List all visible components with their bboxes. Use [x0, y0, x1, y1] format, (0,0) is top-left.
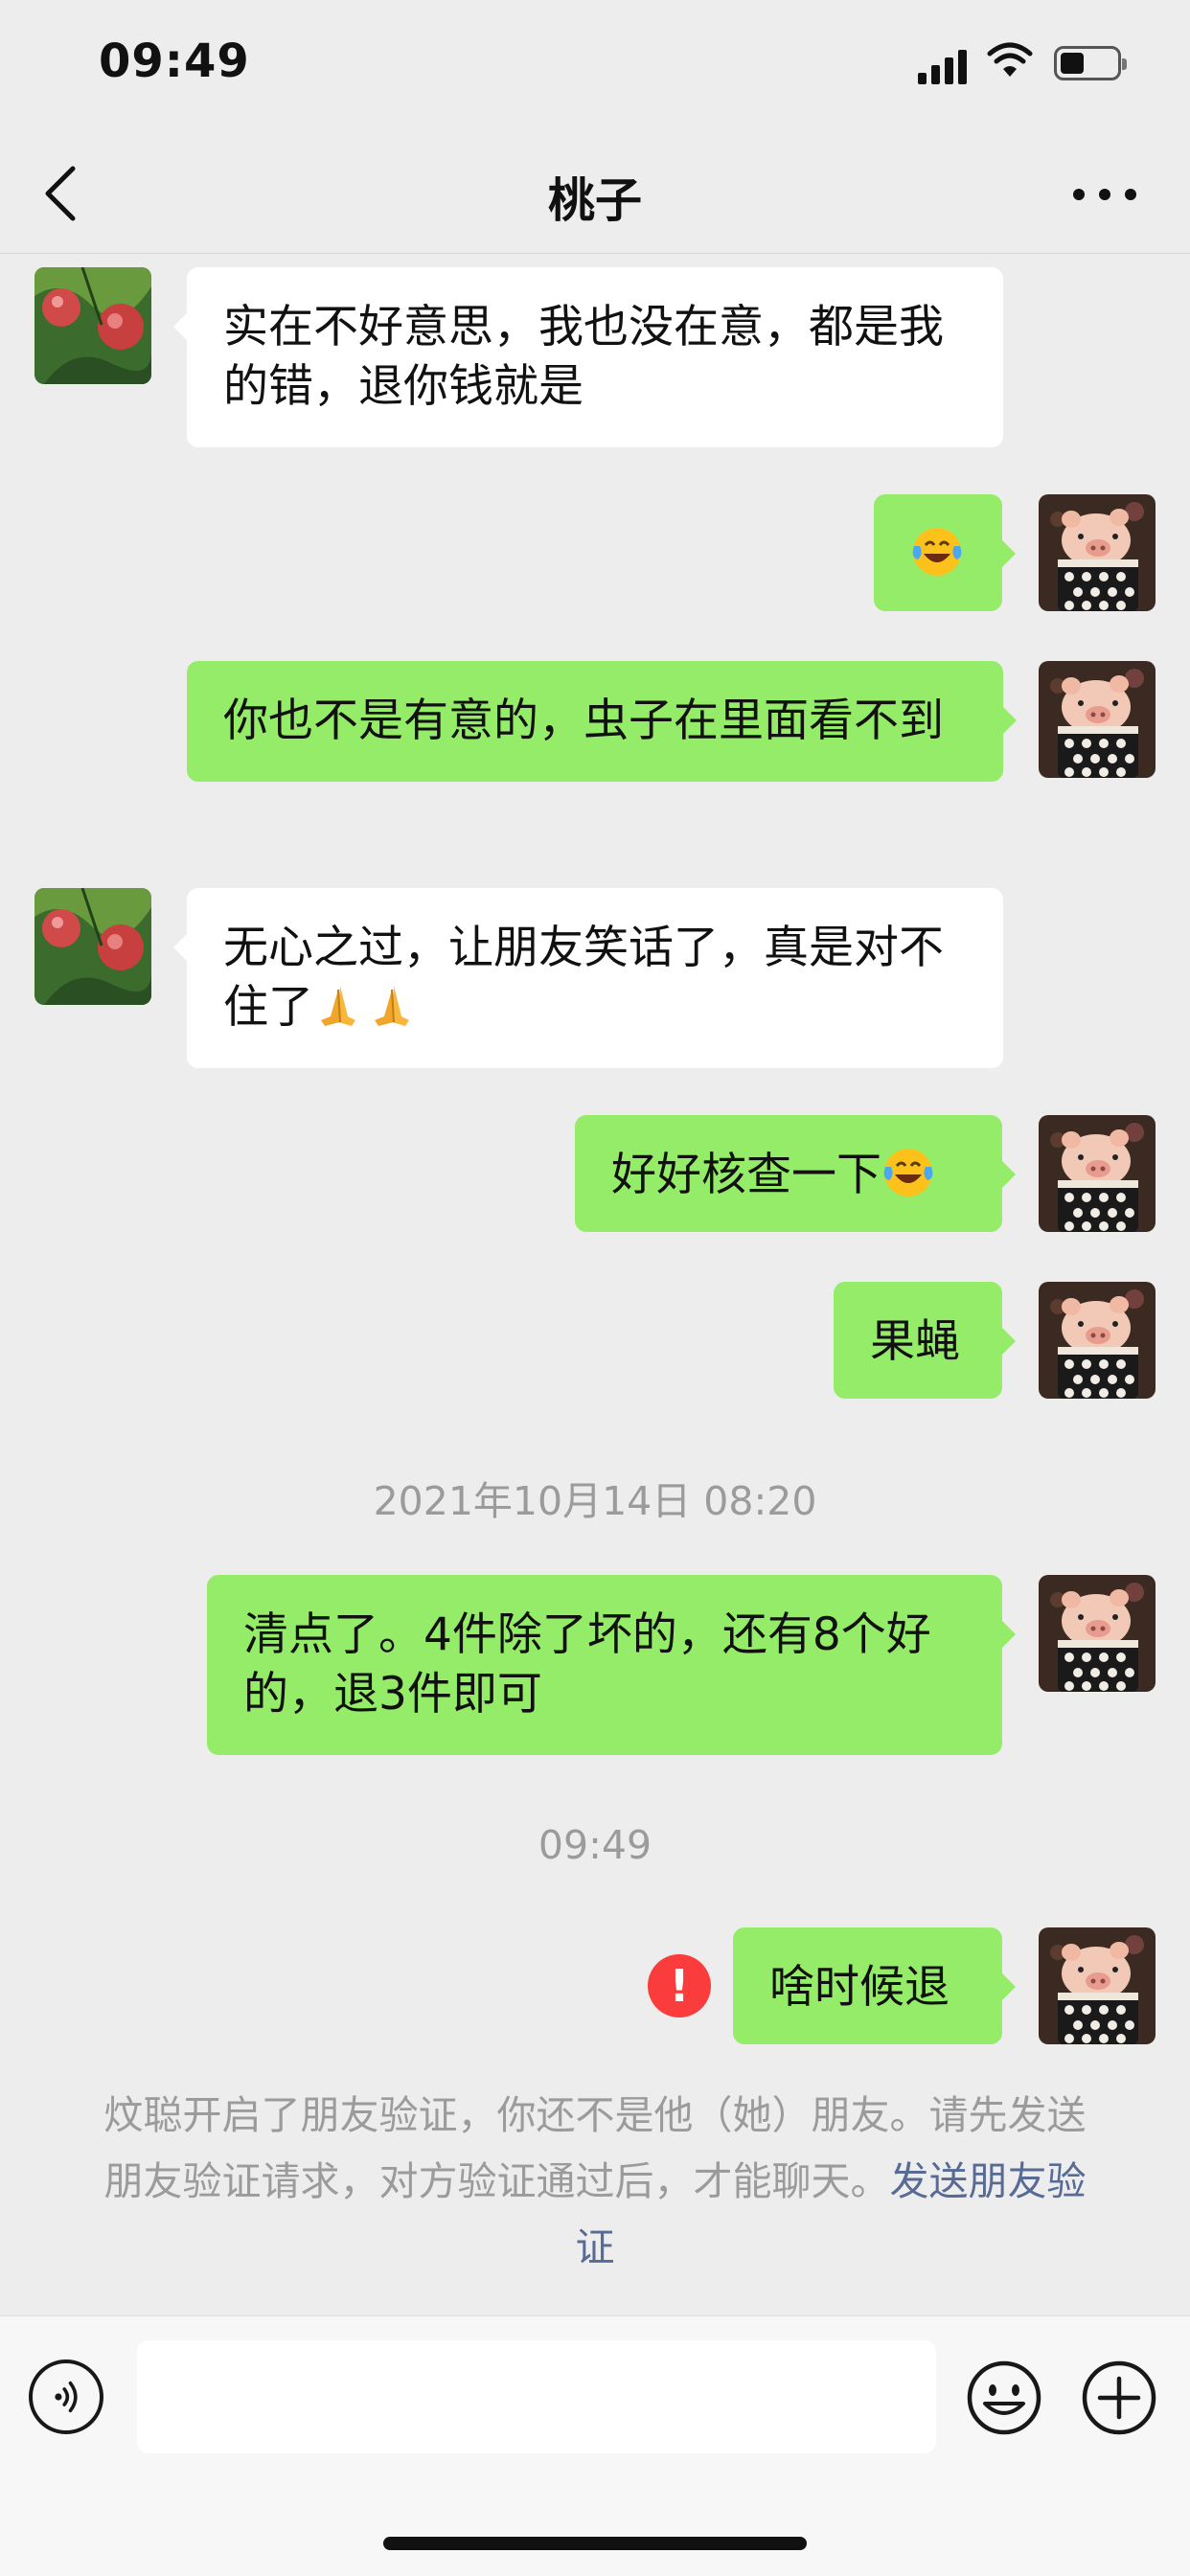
status-bar: 09:49 [0, 0, 1190, 134]
message-input[interactable] [137, 2340, 936, 2453]
status-time: 09:49 [99, 34, 250, 88]
voice-icon[interactable] [29, 2359, 103, 2434]
contact-avatar[interactable] [34, 267, 151, 384]
message-text: 啥时候退 [769, 1961, 950, 2014]
my-avatar[interactable] [1039, 494, 1156, 611]
input-bar [0, 2315, 1190, 2576]
chat-title: 桃子 [547, 173, 642, 228]
message-bubble-outgoing[interactable]: 果蝇 [834, 1282, 1016, 1399]
tears-of-joy-emoji-icon [910, 525, 964, 579]
battery-icon [1054, 46, 1127, 80]
contact-avatar[interactable] [34, 888, 151, 1005]
my-avatar[interactable] [1039, 1282, 1156, 1399]
message-text: 果蝇 [870, 1315, 960, 1368]
message-bubble-outgoing[interactable] [874, 494, 1016, 611]
emoji-icon[interactable] [966, 2359, 1042, 2436]
timestamp: 2021年10月14日 08:20 [373, 1478, 817, 1524]
message-bubble-outgoing[interactable]: 好好核查一下 [575, 1115, 1016, 1232]
message-text: 实在不好意思，我也没在意，都是我的错，退你钱就是 [223, 301, 944, 413]
timestamp: 09:49 [538, 1822, 652, 1868]
error-icon[interactable]: ! [648, 1954, 711, 2017]
my-avatar[interactable] [1039, 1927, 1156, 2044]
home-indicator [383, 2537, 807, 2550]
more-icon[interactable] [1071, 184, 1138, 207]
folded-hands-emoji-icon [367, 978, 421, 1032]
message-bubble-outgoing[interactable]: 啥时候退 [733, 1927, 1016, 2044]
message-text: 你也不是有意的，虫子在里面看不到 [223, 695, 944, 747]
tears-of-joy-emoji-icon [881, 1146, 935, 1199]
my-avatar[interactable] [1039, 661, 1156, 778]
message-bubble-outgoing[interactable]: 你也不是有意的，虫子在里面看不到 [187, 661, 1017, 782]
signal-icon [918, 50, 968, 84]
message-bubble-incoming[interactable]: 实在不好意思，我也没在意，都是我的错，退你钱就是 [173, 267, 1003, 447]
my-avatar[interactable] [1039, 1575, 1156, 1692]
message-bubble-incoming[interactable]: 无心之过，让朋友笑话了，真是对不住了 [173, 888, 1003, 1068]
friend-verification-notice: 炆聪开启了朋友验证，你还不是他（她）朋友。请先发送朋友验证请求，对方验证通过后，… [86, 2083, 1104, 2281]
plus-icon[interactable] [1081, 2359, 1157, 2436]
nav-bar: 桃子 [0, 134, 1190, 254]
message-text: 清点了。4件除了坏的，还有8个好的，退3件即可 [243, 1608, 931, 1721]
message-bubble-outgoing[interactable]: 清点了。4件除了坏的，还有8个好的，退3件即可 [207, 1575, 1016, 1755]
folded-hands-emoji-icon [313, 978, 367, 1032]
my-avatar[interactable] [1039, 1115, 1156, 1232]
wifi-icon [987, 42, 1033, 77]
message-text: 好好核查一下 [611, 1149, 881, 1201]
